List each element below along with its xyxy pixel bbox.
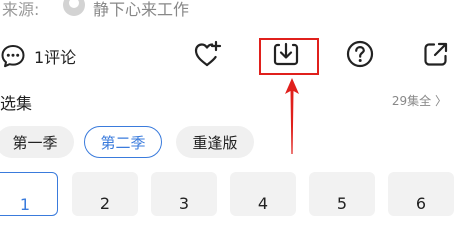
favorite-button[interactable] [192,40,224,72]
comment-button[interactable]: 1评论 [0,40,76,72]
share-button[interactable] [420,40,452,72]
annotation-arrow [285,78,299,154]
episode-tile[interactable]: 2 [72,172,138,216]
episode-tile[interactable]: 3 [151,172,217,216]
action-toolbar: 1评论 [0,36,461,76]
comment-icon [0,43,26,69]
episodes-count-link[interactable]: 29集全 〉 [392,92,447,109]
heart-plus-icon [192,38,224,74]
share-external-icon [421,39,451,73]
question-icon [345,39,375,73]
tab-reunion[interactable]: 重逢版 [176,126,254,158]
tab-season-2[interactable]: 第二季 [84,126,162,158]
comment-count: 1评论 [34,48,77,67]
source-row: 来源: 静下心来工作 [0,0,461,20]
episode-tile[interactable]: 6 [388,172,454,216]
annotation-highlight-box [259,38,319,75]
episode-tile[interactable]: 4 [230,172,296,216]
episode-tile[interactable]: 5 [309,172,375,216]
avatar[interactable] [63,0,85,16]
episodes-header: 选集 29集全 〉 [0,90,461,114]
source-name[interactable]: 静下心来工作 [93,0,189,20]
source-label: 来源: [2,0,40,19]
episodes-title: 选集 [0,94,33,113]
episode-tile[interactable]: 1 [0,172,58,216]
help-button[interactable] [344,40,376,72]
tab-season-1[interactable]: 第一季 [0,126,74,158]
